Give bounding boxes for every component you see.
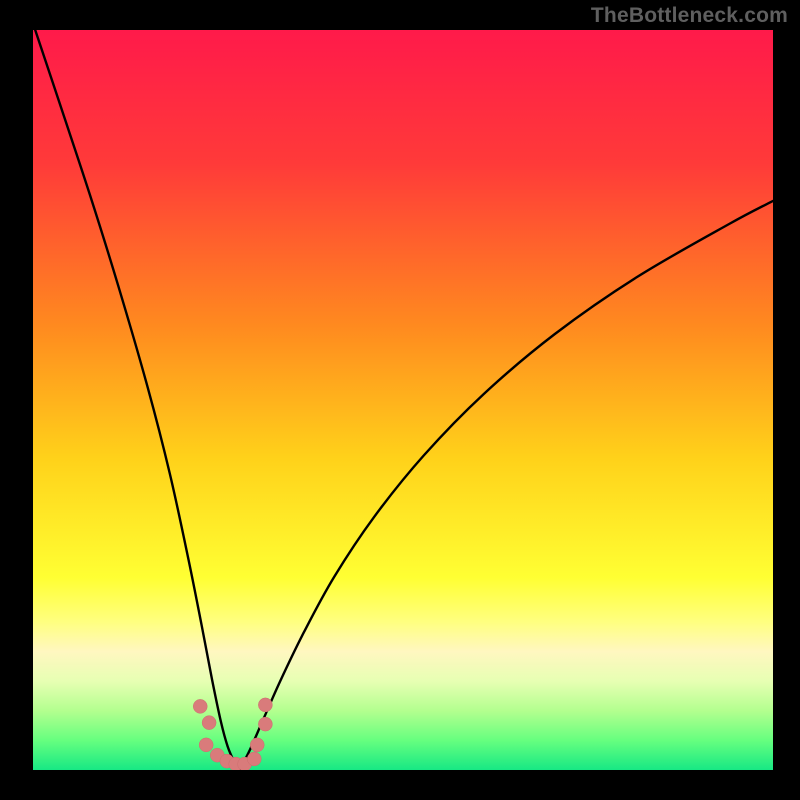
valley-marker-10 [258,698,272,712]
valley-marker-2 [199,738,213,752]
watermark-text: TheBottleneck.com [591,4,788,28]
valley-marker-0 [193,699,207,713]
curve-right-branch [239,201,773,770]
valley-marker-7 [247,752,261,766]
valley-marker-1 [202,716,216,730]
curve-layer [33,30,773,770]
valley-marker-9 [258,717,272,731]
plot-area [33,30,773,770]
outer-frame: TheBottleneck.com [0,0,800,800]
curve-left-branch [35,30,239,770]
valley-marker-8 [250,738,264,752]
